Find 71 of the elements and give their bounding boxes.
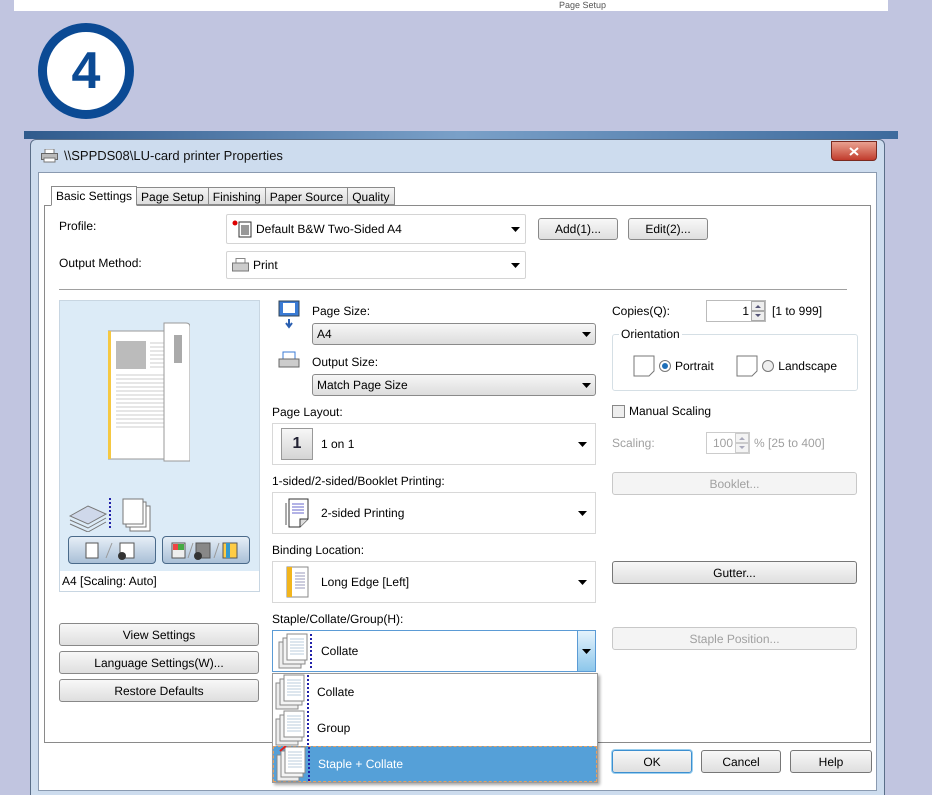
dropdown-arrow-icon <box>511 226 520 232</box>
page-view-button[interactable] <box>68 536 156 564</box>
field-label: Page Layout: <box>272 405 344 419</box>
pages-icon <box>122 498 152 532</box>
dropdown[interactable]: 1 1 on 1 <box>272 423 596 465</box>
field-label: Binding Location: <box>272 543 366 557</box>
group-title: Orientation <box>619 327 682 341</box>
field-label: Output Method: <box>59 255 143 272</box>
radio-button[interactable] <box>762 360 774 372</box>
paper-stack-icon <box>68 496 114 532</box>
side-button[interactable]: Language Settings(W)... <box>59 651 259 674</box>
side-button[interactable]: View Settings <box>59 623 259 646</box>
spin-arrows-icon <box>751 301 765 321</box>
tab[interactable]: Basic Settings <box>51 186 138 206</box>
dropdown[interactable]: Long Edge [Left] <box>272 561 596 603</box>
tab-label: Page Setup <box>559 0 606 11</box>
side-button[interactable]: Restore Defaults <box>59 679 259 702</box>
close-icon <box>849 146 859 156</box>
spin-arrows-icon <box>735 433 749 453</box>
dropdown[interactable]: A4 <box>312 323 596 345</box>
printer-icon <box>41 149 58 163</box>
profile-dropdown[interactable]: Default B&W Two-Sided A4 <box>226 214 526 244</box>
field-label: Page Size: <box>312 304 372 318</box>
range-text: [1 to 999] <box>772 303 822 320</box>
dialog-button[interactable]: Cancel <box>701 750 781 773</box>
tab[interactable]: Paper Source <box>266 187 348 205</box>
action-button[interactable]: Gutter... <box>612 561 857 584</box>
dialog-button[interactable]: OK <box>612 750 692 773</box>
dropdown-arrow-icon <box>578 442 586 446</box>
document-icon <box>232 220 252 238</box>
radio-label: Landscape <box>778 358 837 374</box>
monitor-icon <box>278 300 300 330</box>
dropdown[interactable]: 2-sided Printing <box>272 492 596 534</box>
dropdown-arrow-icon <box>511 262 520 268</box>
tab[interactable]: Finishing <box>208 187 266 205</box>
profile-button[interactable]: Edit(2)... <box>628 218 708 240</box>
checkbox[interactable] <box>612 404 625 418</box>
tab[interactable]: Quality <box>348 187 395 205</box>
step-number: 4 <box>38 23 134 119</box>
radio-label: Portrait <box>675 358 714 374</box>
layout-number-icon: 1 <box>281 428 313 460</box>
close-button[interactable] <box>831 141 877 161</box>
tab[interactable]: Page Setup <box>137 187 209 205</box>
copies-spinner[interactable]: 1 <box>706 300 766 322</box>
dialog-button[interactable]: Help <box>790 750 872 773</box>
dropdown-option[interactable]: Collate <box>273 674 597 710</box>
dropdown[interactable]: Match Page Size <box>312 374 596 396</box>
field-label: Scaling: <box>612 435 656 452</box>
dropdown-arrow-icon <box>582 382 591 388</box>
field-label: 1-sided/2-sided/Booklet Printing: <box>272 474 446 488</box>
printer-icon <box>232 258 249 272</box>
printer-icon <box>278 351 300 369</box>
dropdown-arrow-icon <box>578 510 586 516</box>
binding-page-icon <box>285 566 309 598</box>
window-title: \\SPPDS08\LU-card printer Properties <box>64 147 283 166</box>
checkbox-label: Manual Scaling <box>629 403 712 420</box>
dropdown-option[interactable]: Group <box>273 710 597 746</box>
field-label: Copies(Q): <box>612 303 672 320</box>
profile-button[interactable]: Add(1)... <box>538 218 618 240</box>
radio-button[interactable] <box>659 360 671 372</box>
field-label: Output Size: <box>312 355 380 369</box>
dropdown-arrow-icon <box>582 332 591 336</box>
dropdown-arrow-icon <box>582 648 591 654</box>
field-label: Staple/Collate/Group(H): <box>272 612 404 626</box>
field-label: Profile: <box>59 218 98 235</box>
preview-caption: A4 [Scaling: Auto] <box>60 571 259 591</box>
output-method-dropdown[interactable]: Print <box>226 251 526 279</box>
range-text: % [25 to 400] <box>754 435 825 452</box>
color-view-button[interactable] <box>162 536 250 564</box>
dropdown-arrow-icon <box>578 580 586 584</box>
two-sided-page-icon <box>284 498 310 528</box>
